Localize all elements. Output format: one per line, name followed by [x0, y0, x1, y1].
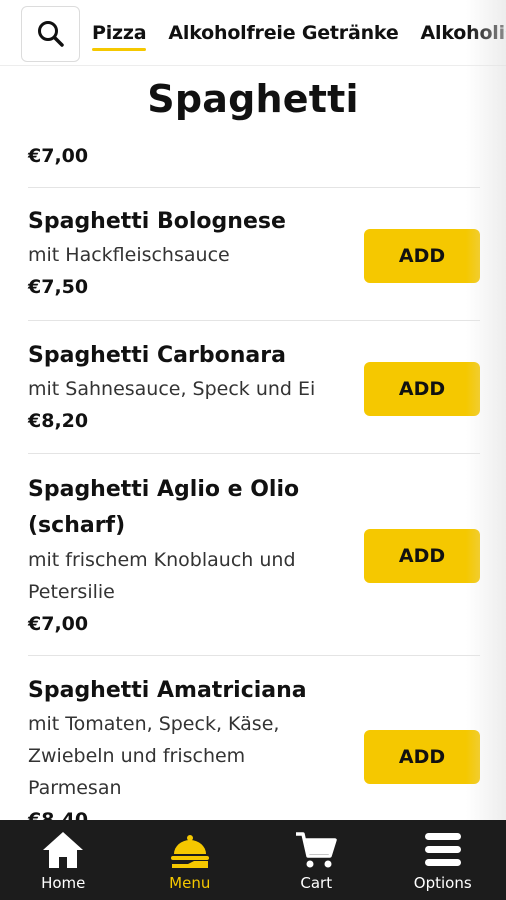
nav-home[interactable]: Home	[0, 820, 127, 900]
category-bar: Pizza Alkoholfreie Getränke Alkoholische…	[0, 0, 506, 66]
item-price: €8,40	[28, 809, 89, 820]
nav-menu-label: Menu	[169, 874, 211, 892]
item-price: €7,50	[28, 276, 89, 298]
bottom-nav: Home Menu Cart Options	[0, 820, 506, 900]
add-button[interactable]: ADD	[364, 229, 480, 283]
menu-item: Spaghetti Carbonara mit Sahnesauce, Spec…	[28, 339, 358, 437]
cloche-icon	[170, 835, 209, 868]
item-description: mit Tomaten, Speck, Käse, Zwiebeln und f…	[28, 713, 280, 799]
item-price: €7,00	[28, 145, 89, 167]
cart-icon	[296, 832, 337, 868]
menu-item: Spaghetti Bolognese mit Hackfleischsauce…	[28, 205, 358, 303]
add-button[interactable]: ADD	[364, 730, 480, 784]
category-tabs: Pizza Alkoholfreie Getränke Alkoholische…	[92, 0, 506, 65]
item-price: €8,20	[28, 410, 89, 432]
item-name: Spaghetti Amatriciana	[28, 678, 307, 703]
nav-cart-label: Cart	[300, 874, 333, 892]
section-title: Spaghetti	[147, 77, 359, 121]
divider	[28, 320, 480, 321]
nav-cart[interactable]: Cart	[253, 820, 380, 900]
divider	[28, 453, 480, 454]
home-icon	[43, 832, 84, 868]
tab-pizza[interactable]: Pizza	[92, 22, 147, 51]
nav-options-label: Options	[413, 874, 472, 892]
item-price: €7,00	[28, 613, 89, 635]
item-name: Spaghetti Aglio e Olio (scharf)	[28, 477, 300, 538]
divider	[28, 187, 480, 188]
item-description: mit Hackfleischsauce	[28, 244, 230, 266]
menu-item: Spaghetti Amatriciana mit Tomaten, Speck…	[28, 674, 328, 820]
tab-alkoholische-getraenke[interactable]: Alkoholische Getränke	[421, 22, 506, 44]
nav-home-label: Home	[41, 874, 86, 892]
hamburger-icon	[424, 833, 461, 866]
menu-item: Spaghetti Aglio e Olio (scharf) mit fris…	[28, 472, 348, 640]
search-button[interactable]	[21, 6, 80, 62]
nav-menu[interactable]: Menu	[127, 820, 254, 900]
nav-options[interactable]: Options	[380, 820, 506, 900]
item-name: Spaghetti Carbonara	[28, 343, 286, 368]
item-description: mit frischem Knoblauch und Petersilie	[28, 549, 296, 603]
add-button[interactable]: ADD	[364, 362, 480, 416]
add-button[interactable]: ADD	[364, 529, 480, 583]
search-icon	[37, 21, 64, 47]
menu-list[interactable]: Spaghetti €7,00 Spaghetti Bolognese mit …	[0, 67, 506, 820]
item-name: Spaghetti Bolognese	[28, 209, 286, 234]
item-description: mit Sahnesauce, Speck und Ei	[28, 378, 316, 400]
tab-alkoholfreie-getraenke[interactable]: Alkoholfreie Getränke	[168, 22, 398, 44]
divider	[28, 655, 480, 656]
